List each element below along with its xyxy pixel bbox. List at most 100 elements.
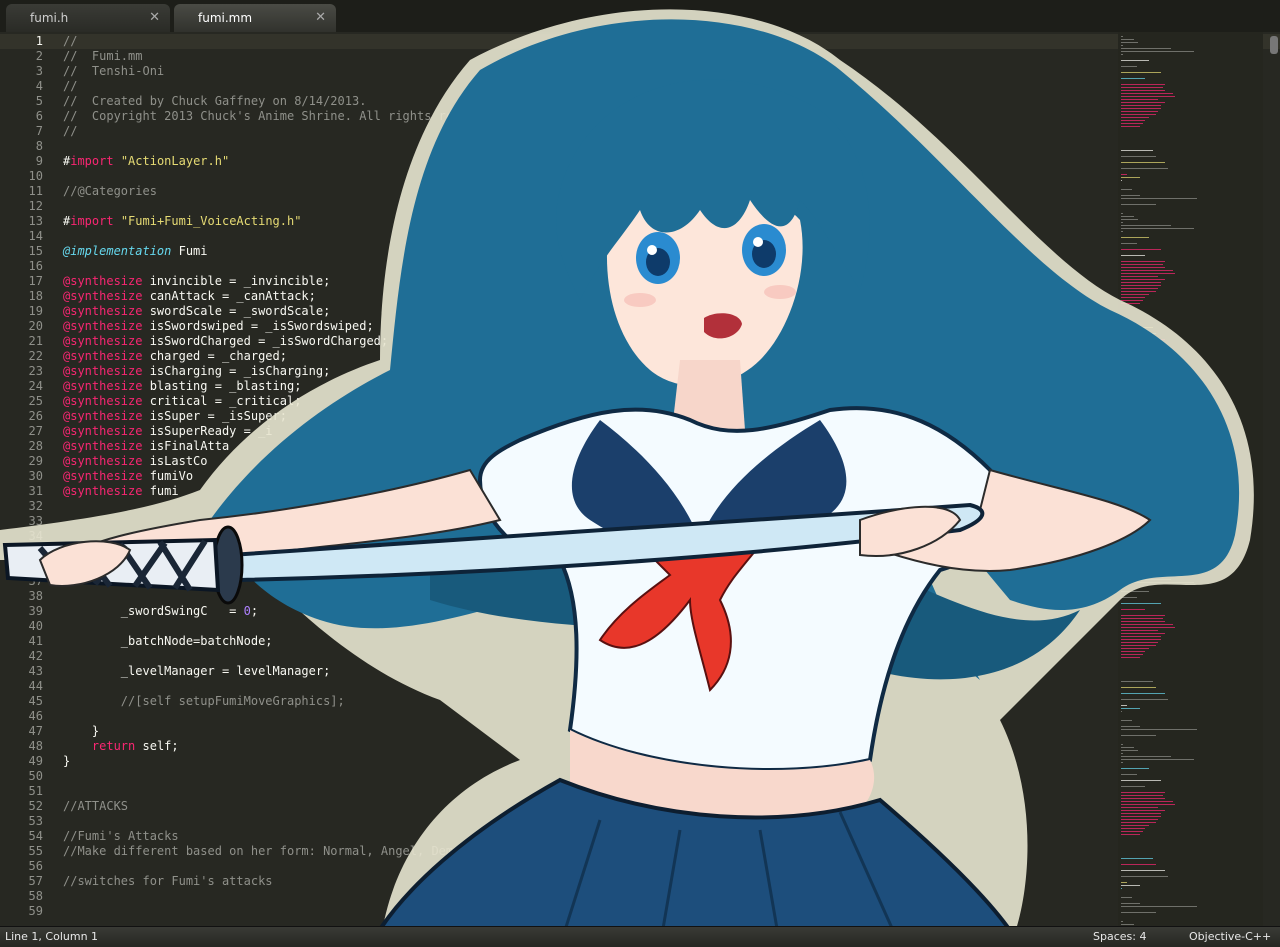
minimap-line: [1121, 819, 1159, 820]
editor-area[interactable]: 1 2 3 4 5 6 7 8 9 10 11 12 13 14 15 16 17 18 19 20 21 22 23 24 2…: [0, 32, 1280, 926]
code-line[interactable]: @synthesize critical = _critical;: [63, 394, 301, 409]
minimap[interactable]: [1118, 32, 1263, 926]
code-line[interactable]: @synthesize isFinalAtta: [63, 439, 229, 454]
tab-fumi-h[interactable]: fumi.h ✕: [6, 4, 170, 32]
code-line[interactable]: //ATTACKS: [63, 799, 128, 814]
code-line[interactable]: //switches for Fumi's attacks: [63, 874, 273, 889]
minimap-line: [1121, 480, 1141, 481]
code-token: @synthesize: [63, 409, 143, 423]
close-icon[interactable]: ✕: [315, 10, 326, 25]
minimap-line: [1121, 213, 1124, 214]
minimap-line: [1121, 693, 1166, 694]
minimap-line: [1121, 651, 1145, 652]
minimap-line: [1121, 924, 1135, 925]
code-token: //@Categories: [63, 184, 157, 198]
code-line[interactable]: // Fumi.mm: [63, 49, 142, 64]
code-line[interactable]: }: [63, 754, 70, 769]
indentation-setting[interactable]: Spaces: 4: [1093, 930, 1146, 943]
code-token: 0: [243, 604, 251, 618]
minimap-line: [1121, 333, 1156, 334]
code-line[interactable]: @synthesize blasting = _blasting;: [63, 379, 301, 394]
code-token: isSuperReady = _i: [142, 424, 273, 438]
minimap-line: [1121, 102, 1166, 103]
code-line[interactable]: }: [63, 724, 99, 739]
code-line[interactable]: #import "ActionLayer.h": [63, 154, 229, 169]
code-line[interactable]: @synthesize isSwordswiped = _isSwordswip…: [63, 319, 374, 334]
minimap-line: [1121, 282, 1161, 283]
minimap-line: [1121, 618, 1163, 619]
minimap-line: [1121, 636, 1161, 637]
vertical-scrollbar[interactable]: [1270, 36, 1278, 54]
code-token: isLastCo: [142, 454, 208, 468]
line-number: 9: [35, 154, 43, 168]
code-line[interactable]: // Copyright 2013 Chuck's Anime Shrine. …: [63, 109, 504, 124]
minimap-line: [1121, 441, 1163, 442]
code-token: ;: [250, 604, 259, 618]
minimap-line: [1121, 123, 1143, 124]
code-line[interactable]: @synthesize fumiVo: [63, 469, 193, 484]
minimap-line: [1121, 93, 1173, 94]
minimap-line: [1121, 84, 1166, 85]
line-number: 4: [35, 79, 43, 93]
minimap-line: [1121, 174, 1127, 175]
minimap-line: [1121, 648, 1149, 649]
syntax-selector[interactable]: Objective-C++: [1189, 930, 1271, 943]
minimap-line: [1121, 66, 1137, 67]
code-line[interactable]: _swordSwingC = 0;: [63, 604, 258, 619]
line-number: 56: [28, 859, 43, 873]
minimap-line: [1121, 705, 1127, 706]
code-line[interactable]: @synthesize fumi: [63, 484, 179, 499]
code-line[interactable]: // Tenshi-Oni: [63, 64, 164, 79]
minimap-line: [1121, 882, 1127, 883]
code-token: @synthesize: [63, 439, 143, 453]
code-token: //ATTACKS: [63, 799, 129, 813]
code-line[interactable]: //@Categories: [63, 184, 157, 199]
code-line[interactable]: @synthesize invincible = _invincible;: [63, 274, 330, 289]
tab-fumi-mm[interactable]: fumi.mm ✕: [174, 4, 336, 32]
line-number: 50: [28, 769, 43, 783]
code-line[interactable]: _batchNode=batchNode;: [63, 634, 273, 649]
code-line[interactable]: //Make different based on her form: Norm…: [63, 844, 518, 859]
code-token: _batchNode=batchNode;: [63, 634, 273, 648]
minimap-line: [1121, 396, 1138, 397]
code-line[interactable]: //: [63, 34, 77, 49]
code-line[interactable]: @synthesize isSuper = _isSuper;: [63, 409, 287, 424]
line-number: 59: [28, 904, 43, 918]
minimap-line: [1121, 579, 1172, 580]
minimap-line: [1121, 402, 1172, 403]
line-number: 46: [28, 709, 43, 723]
minimap-line: [1121, 822, 1156, 823]
code-line[interactable]: //: [63, 124, 77, 139]
minimap-line: [1121, 222, 1124, 223]
code-line[interactable]: @synthesize isSuperReady = _i: [63, 424, 273, 439]
code-line[interactable]: @synthesize swordScale = _swordScale;: [63, 304, 330, 319]
code-line[interactable]: @synthesize isCharging = _isCharging;: [63, 364, 330, 379]
code-token: fumi: [142, 484, 179, 498]
tab-bar: fumi.h ✕ fumi.mm ✕: [0, 0, 1280, 33]
code-token: // Tenshi-Oni: [63, 64, 165, 78]
code-token: @implementation: [63, 244, 172, 258]
code-line[interactable]: //Fumi's Attacks: [63, 829, 179, 844]
minimap-line: [1121, 774, 1137, 775]
line-number: 12: [28, 199, 43, 213]
code-line[interactable]: return self;: [63, 739, 179, 754]
line-number: 18: [28, 289, 43, 303]
code-line[interactable]: @implementation Fumi: [63, 244, 208, 259]
code-line[interactable]: // Created by Chuck Gaffney on 8/14/2013…: [63, 94, 366, 109]
code-line[interactable]: #import "Fumi+Fumi_VoiceActing.h": [63, 214, 301, 229]
minimap-line: [1121, 747, 1135, 748]
code-line[interactable]: @synthesize charged = _charged;: [63, 349, 287, 364]
code-line[interactable]: @synthesize canAttack = _canAttack;: [63, 289, 316, 304]
minimap-line: [1121, 570, 1135, 571]
minimap-line: [1121, 768, 1149, 769]
code-line[interactable]: //[self setupFumiMoveGraphics];: [63, 694, 345, 709]
code-line[interactable]: _levelManager = levelManager;: [63, 664, 331, 679]
code-line[interactable]: @synthesize isLastCo: [63, 454, 208, 469]
minimap-line: [1121, 168, 1168, 169]
code-line[interactable]: @synthesize isSwordCharged = _isSwordCha…: [63, 334, 388, 349]
code-token: @synthesize: [63, 484, 143, 498]
minimap-line: [1121, 858, 1154, 859]
code-view[interactable]: //// Fumi.mm// Tenshi-Oni//// Created by…: [63, 32, 1110, 926]
close-icon[interactable]: ✕: [149, 10, 160, 25]
code-line[interactable]: //: [63, 79, 77, 94]
